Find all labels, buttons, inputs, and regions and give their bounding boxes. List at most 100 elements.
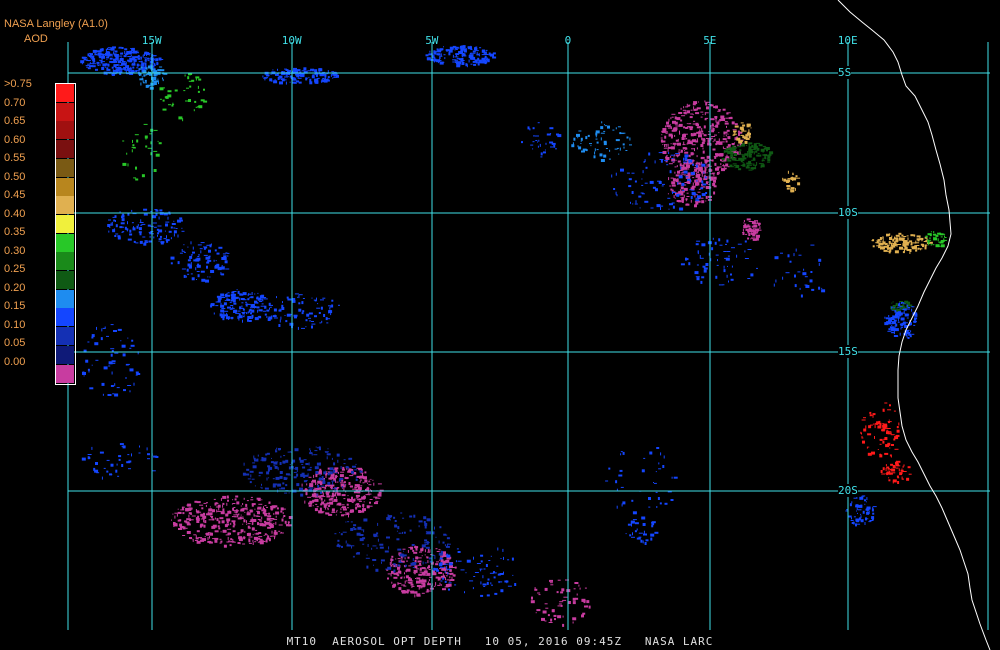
- aerosol-pixel: [891, 235, 893, 238]
- aerosol-pixel: [348, 499, 353, 502]
- aerosol-pixel: [228, 316, 230, 319]
- aerosol-pixel: [405, 575, 409, 579]
- aerosol-pixel: [96, 326, 97, 330]
- aerosol-pixel: [413, 551, 418, 554]
- aerosol-pixel: [381, 561, 382, 564]
- aerosol-pixel: [730, 154, 732, 158]
- aerosol-pixel: [311, 75, 315, 79]
- aerosol-pixel: [107, 47, 112, 49]
- aerosol-pixel: [243, 497, 245, 500]
- aerosol-pixel: [671, 129, 676, 132]
- aerosol-pixel: [461, 62, 465, 65]
- aerosol-pixel: [715, 155, 719, 156]
- aerosol-pixel: [209, 508, 212, 512]
- aerosol-pixel: [223, 257, 227, 260]
- aerosol-pixel: [744, 258, 749, 259]
- aerosol-pixel: [611, 174, 613, 178]
- aerosol-pixel: [617, 126, 621, 128]
- aerosol-pixel: [114, 352, 119, 354]
- aerosol-pixel: [521, 141, 523, 144]
- aerosol-pixel: [878, 420, 881, 423]
- aerosol-pixel: [427, 583, 432, 586]
- aerosol-pixel: [476, 53, 480, 55]
- aerosol-pixel: [347, 543, 349, 546]
- aerosol-pixel: [864, 499, 866, 502]
- aerosol-pixel: [351, 501, 354, 503]
- aerosol-pixel: [690, 113, 694, 115]
- aerosol-pixel: [702, 265, 706, 268]
- aerosol-pixel: [242, 543, 246, 545]
- aerosol-pixel: [171, 104, 174, 107]
- aerosol-pixel: [215, 305, 219, 307]
- aerosol-pixel: [879, 438, 883, 441]
- aerosol-pixel: [115, 57, 117, 60]
- aerosol-pixel: [103, 366, 108, 370]
- aerosol-pixel: [818, 262, 820, 266]
- aerosol-pixel: [391, 555, 394, 558]
- aerosol-pixel: [450, 567, 455, 568]
- aerosol-pixel: [106, 459, 110, 461]
- aerosol-pixel: [113, 60, 118, 63]
- aerosol-pixel: [490, 582, 492, 585]
- aerosol-pixel: [443, 533, 447, 536]
- aerosol-pixel: [260, 520, 262, 523]
- aerosol-pixel: [309, 483, 314, 487]
- aerosol-pixel: [715, 143, 718, 146]
- aerosol-pixel: [266, 316, 268, 318]
- aerosol-pixel: [203, 88, 205, 91]
- aerosol-pixel: [745, 138, 750, 140]
- aerosol-pixel: [855, 518, 860, 522]
- aerosol-pixel: [397, 566, 400, 570]
- aerosol-pixel: [254, 293, 256, 295]
- aerosol-pixel: [443, 563, 448, 565]
- aerosol-pixel: [857, 512, 858, 514]
- aerosol-pixel: [80, 60, 85, 64]
- aerosol-pixel: [336, 501, 338, 503]
- aerosol-pixel: [645, 166, 648, 169]
- aerosol-pixel: [725, 140, 728, 143]
- aerosol-pixel: [679, 163, 682, 167]
- aerosol-pixel: [703, 267, 708, 270]
- aerosol-pixel: [645, 539, 649, 542]
- aerosol-pixel: [911, 333, 915, 335]
- aerosol-pixel: [345, 478, 348, 480]
- aerosol-pixel: [91, 364, 93, 366]
- aerosol-pixel: [166, 239, 169, 243]
- aerosol-pixel: [902, 471, 907, 472]
- aerosol-pixel: [679, 170, 681, 173]
- aerosol-pixel: [206, 261, 210, 264]
- aerosol-pixel: [933, 236, 935, 240]
- aerosol-pixel: [127, 56, 132, 57]
- aerosol-pixel: [588, 605, 591, 609]
- aerosol-pixel: [201, 507, 204, 510]
- aerosol-pixel: [527, 126, 530, 130]
- aerosol-pixel: [720, 163, 722, 166]
- aerosol-pixel: [267, 465, 271, 468]
- aerosol-pixel: [279, 475, 283, 479]
- aerosol-pixel: [895, 467, 899, 469]
- aerosol-pixel: [686, 203, 689, 205]
- aerosol-pixel: [355, 503, 357, 506]
- aerosol-pixel: [682, 166, 685, 170]
- aerosol-pixel: [876, 245, 881, 247]
- aerosol-pixel: [680, 107, 682, 110]
- aerosol-pixel: [426, 588, 429, 591]
- aerosol-pixel: [185, 100, 188, 102]
- aerosol-pixel: [347, 521, 350, 523]
- aerosol-pixel: [897, 426, 899, 429]
- aerosol-pixel: [270, 73, 272, 75]
- aerosol-pixel: [738, 157, 743, 161]
- aerosol-pixel: [315, 471, 319, 474]
- aerosol-pixel: [440, 584, 442, 586]
- aerosol-pixel: [401, 557, 403, 560]
- aerosol-pixel: [745, 228, 748, 231]
- aerosol-pixel: [511, 557, 514, 561]
- aerosol-pixel: [884, 437, 888, 440]
- aerosol-pixel: [354, 469, 358, 471]
- aerosol-pixel: [886, 429, 889, 431]
- aerosol-pixel: [673, 127, 678, 131]
- aerosol-pixel: [717, 110, 721, 112]
- aerosol-pixel: [433, 585, 435, 587]
- aerosol-pixel: [207, 276, 209, 278]
- aerosol-pixel: [905, 308, 910, 310]
